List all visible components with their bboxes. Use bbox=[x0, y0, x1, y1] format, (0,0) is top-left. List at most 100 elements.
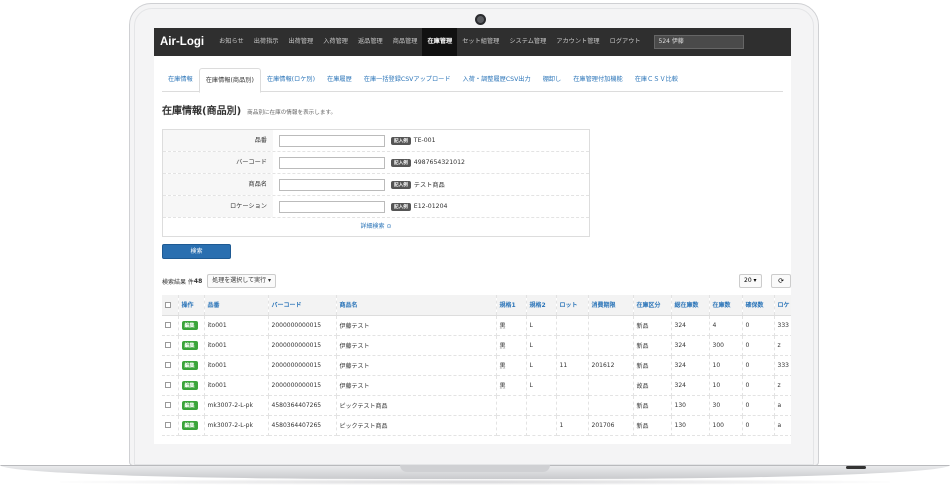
nav-item-shipping-instructions[interactable]: 出荷指示 bbox=[249, 28, 284, 56]
table-cell bbox=[588, 375, 634, 396]
row-checkbox[interactable] bbox=[165, 402, 171, 408]
page-size-select[interactable]: 20 ▾ bbox=[739, 274, 762, 288]
row-select-cell[interactable] bbox=[162, 335, 179, 356]
tab-stocktaking[interactable]: 棚卸し bbox=[537, 68, 568, 91]
bulk-action-select[interactable]: 処理を選択して実行 ▾ bbox=[207, 274, 277, 288]
column-header[interactable]: 消費期限 bbox=[588, 295, 634, 316]
table-cell: 新品 bbox=[633, 395, 672, 416]
table-cell: ピックテスト商品 bbox=[336, 415, 497, 436]
camera-icon bbox=[475, 14, 486, 25]
select-all-header[interactable] bbox=[162, 295, 179, 316]
table-cell: 324 bbox=[671, 315, 710, 336]
product-code-input[interactable] bbox=[279, 134, 385, 147]
nav-item-products[interactable]: 商品管理 bbox=[388, 28, 423, 56]
form-row-barcode: バーコード 記入例 4987654321012 bbox=[163, 152, 589, 174]
user-search-input[interactable]: 524 伊藤 bbox=[653, 35, 744, 49]
row-action-cell: 編集 bbox=[178, 355, 205, 376]
row-checkbox[interactable] bbox=[165, 322, 171, 328]
barcode-label: バーコード bbox=[163, 152, 273, 173]
location-input[interactable] bbox=[279, 200, 385, 213]
edit-button[interactable]: 編集 bbox=[181, 420, 198, 430]
table-cell bbox=[526, 415, 557, 436]
example-badge: 記入例 bbox=[391, 202, 411, 211]
nav-item-account[interactable]: アカウント管理 bbox=[551, 28, 604, 56]
tab-inventory-extras[interactable]: 在庫管理付加機能 bbox=[567, 68, 629, 91]
column-header[interactable]: 規格1 bbox=[496, 295, 527, 316]
tab-inventory-by-location[interactable]: 在庫情報(ロケ別) bbox=[261, 68, 321, 91]
nav-item-inventory[interactable]: 在庫管理 bbox=[422, 28, 458, 56]
table-cell: ito001 bbox=[204, 315, 269, 336]
select-all-checkbox[interactable] bbox=[165, 301, 171, 308]
row-checkbox[interactable] bbox=[165, 342, 171, 348]
table-cell: 130 bbox=[671, 395, 710, 416]
edit-button[interactable]: 編集 bbox=[181, 380, 198, 390]
edit-button[interactable]: 編集 bbox=[181, 360, 198, 370]
brand-logo[interactable]: Air-Logi bbox=[160, 36, 204, 48]
form-row-product-name: 商品名 記入例 テスト商品 bbox=[163, 174, 589, 196]
refresh-icon[interactable]: ⟳ bbox=[771, 274, 791, 288]
result-summary: 検索結果 件 48 処理を選択して実行 ▾ bbox=[162, 274, 277, 288]
table-cell: 伊藤テスト bbox=[336, 315, 497, 336]
row-select-cell[interactable] bbox=[162, 315, 179, 336]
row-select-cell[interactable] bbox=[162, 355, 179, 376]
row-action-cell: 編集 bbox=[178, 335, 205, 356]
row-select-cell[interactable] bbox=[162, 395, 179, 416]
tab-inventory-info[interactable]: 在庫情報 bbox=[162, 68, 199, 91]
advanced-search-link[interactable]: 詳細検索 ⊙ bbox=[163, 218, 589, 236]
table-cell: 新品 bbox=[633, 335, 672, 356]
table-cell: 新品 bbox=[633, 355, 672, 376]
column-header[interactable]: 商品名 bbox=[336, 295, 497, 316]
nav-item-notice[interactable]: お知らせ bbox=[214, 28, 249, 56]
nav-item-logout[interactable]: ログアウト bbox=[605, 28, 646, 56]
nav-item-set-assembly[interactable]: セット組管理 bbox=[457, 28, 504, 56]
table-cell: mk3007-2-L-pk bbox=[204, 395, 269, 416]
column-header[interactable]: 総在庫数 bbox=[671, 295, 710, 316]
row-select-cell[interactable] bbox=[162, 375, 179, 396]
column-header[interactable]: 在庫区分 bbox=[633, 295, 672, 316]
table-cell: 333 bbox=[774, 355, 791, 376]
barcode-input[interactable] bbox=[279, 156, 385, 169]
column-header[interactable]: ロット bbox=[556, 295, 589, 316]
tab-bulk-csv-upload[interactable]: 在庫一括登録CSVアップロード bbox=[358, 68, 457, 91]
column-header[interactable]: 在庫数 bbox=[709, 295, 743, 316]
table-cell: 10 bbox=[709, 375, 743, 396]
table-cell: 故品 bbox=[633, 375, 672, 396]
table-cell: L bbox=[526, 375, 557, 396]
tab-inventory-history[interactable]: 在庫履歴 bbox=[321, 68, 358, 91]
table-cell: 0 bbox=[742, 335, 775, 356]
row-checkbox[interactable] bbox=[165, 362, 171, 368]
column-header[interactable]: 確保数 bbox=[742, 295, 775, 316]
product-name-input[interactable] bbox=[279, 178, 385, 191]
table-cell bbox=[526, 395, 557, 416]
nav-item-shipping[interactable]: 出荷管理 bbox=[283, 28, 318, 56]
example-badge: 記入例 bbox=[391, 180, 411, 189]
column-header[interactable]: ロケ bbox=[774, 295, 791, 316]
tab-inventory-by-product[interactable]: 在庫情報(商品別) bbox=[198, 68, 261, 93]
nav-item-returns[interactable]: 返品管理 bbox=[353, 28, 388, 56]
table-cell bbox=[496, 415, 527, 436]
row-checkbox[interactable] bbox=[165, 422, 171, 428]
nav-item-receiving[interactable]: 入荷管理 bbox=[318, 28, 353, 56]
table-cell: 201612 bbox=[588, 355, 634, 376]
nav-item-system[interactable]: システム管理 bbox=[504, 28, 551, 56]
table-cell: L bbox=[526, 315, 557, 336]
column-header[interactable]: バーコード bbox=[268, 295, 337, 316]
search-button[interactable]: 検索 bbox=[162, 244, 231, 259]
table-cell: 黒 bbox=[496, 375, 527, 396]
page-description: 商品別に在庫の情報を表示します。 bbox=[247, 110, 337, 116]
tab-csv-compare[interactable]: 在庫ＣＳＶ比較 bbox=[629, 68, 684, 91]
tab-adjustment-csv-export[interactable]: 入荷・調整履歴CSV出力 bbox=[457, 68, 537, 91]
row-checkbox[interactable] bbox=[165, 382, 171, 388]
column-header[interactable]: 規格2 bbox=[526, 295, 557, 316]
inventory-table: 操作 品番 バーコード 商品名 規格1 規格2 ロット 消費期限 在庫区分 総在… bbox=[162, 295, 791, 436]
column-header[interactable]: 品番 bbox=[204, 295, 269, 316]
table-cell: 4580364407265 bbox=[268, 415, 337, 436]
edit-button[interactable]: 編集 bbox=[181, 320, 198, 330]
table-cell: a bbox=[774, 395, 791, 416]
top-navbar: Air-Logi お知らせ 出荷指示 出荷管理 入荷管理 返品管理 商品管理 在… bbox=[154, 28, 791, 56]
edit-button[interactable]: 編集 bbox=[181, 400, 198, 410]
row-select-cell[interactable] bbox=[162, 415, 179, 436]
edit-button[interactable]: 編集 bbox=[181, 340, 198, 350]
table-cell: 1 bbox=[556, 415, 589, 436]
column-header: 操作 bbox=[178, 295, 205, 316]
